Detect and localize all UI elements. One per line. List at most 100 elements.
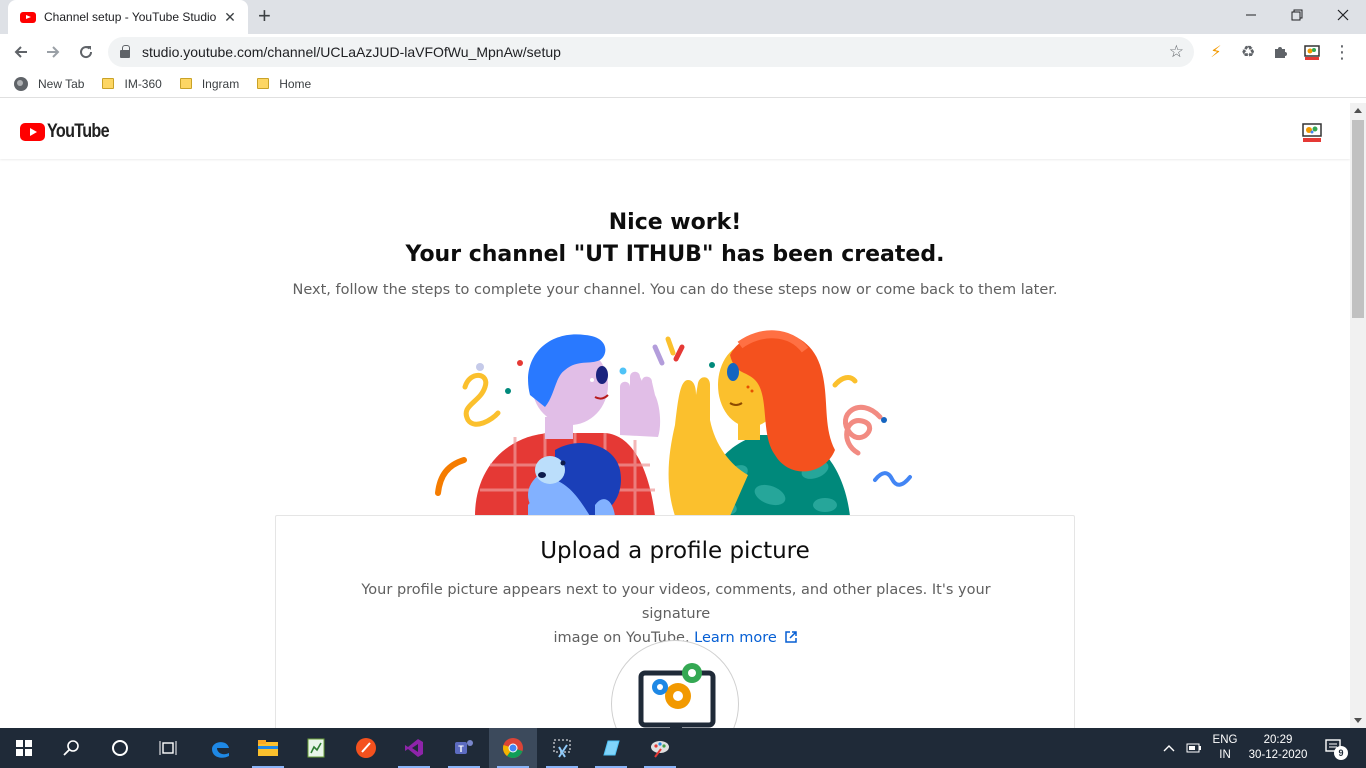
- vertical-scrollbar[interactable]: [1350, 103, 1366, 728]
- restore-button[interactable]: [1274, 0, 1320, 30]
- excel-taskbar-button[interactable]: [292, 728, 340, 768]
- swift-taskbar-button[interactable]: [342, 728, 390, 768]
- card-description-line1: Your profile picture appears next to you…: [361, 582, 991, 622]
- back-button[interactable]: [10, 41, 32, 63]
- search-icon: [63, 740, 79, 756]
- orange-feather-icon: [356, 738, 376, 758]
- chevron-up-icon: [1163, 745, 1175, 752]
- youtube-play-icon: [20, 123, 45, 141]
- scroll-up-arrow-icon[interactable]: [1354, 108, 1362, 113]
- recycle-extension-icon[interactable]: ♻: [1238, 42, 1258, 62]
- cortana-circle-icon: [112, 740, 128, 756]
- extensions-puzzle-icon[interactable]: [1270, 42, 1290, 62]
- notification-count-badge: 9: [1334, 746, 1348, 760]
- reload-button[interactable]: [75, 41, 97, 63]
- clock[interactable]: 20:29 30-12-2020: [1246, 728, 1310, 768]
- learn-more-label: Learn more: [694, 630, 777, 646]
- show-hidden-icons-button[interactable]: [1163, 728, 1175, 768]
- external-link-icon: [785, 631, 798, 643]
- youtube-logo[interactable]: YouTube: [20, 121, 120, 143]
- visual-studio-taskbar-button[interactable]: [390, 728, 438, 768]
- heading-channel-created: Your channel "UT ITHUB" has been created…: [405, 242, 945, 267]
- visual-studio-icon: [405, 739, 423, 757]
- youtube-favicon-icon: [20, 11, 36, 23]
- paint-icon: [651, 741, 669, 758]
- edge-icon: [212, 742, 229, 758]
- lightning-extension-icon[interactable]: ⚡: [1206, 42, 1226, 62]
- start-button[interactable]: [0, 728, 48, 768]
- file-explorer-taskbar-button[interactable]: [244, 728, 292, 768]
- forward-button[interactable]: [42, 41, 64, 63]
- card-title: Upload a profile picture: [540, 538, 810, 564]
- edge-taskbar-button[interactable]: [196, 728, 244, 768]
- close-icon: [1337, 9, 1349, 21]
- bookmark-label: Home: [279, 76, 312, 91]
- scrollbar-thumb[interactable]: [1352, 120, 1364, 318]
- region-code: IN: [1219, 749, 1231, 761]
- task-view-icon: [159, 741, 177, 755]
- bookmark-label: Ingram: [201, 76, 240, 91]
- lock-icon: [120, 45, 130, 58]
- heading-nice-work: Nice work!: [608, 210, 742, 235]
- folder-icon: [179, 78, 192, 89]
- celebration-illustration: [435, 330, 912, 516]
- close-window-button[interactable]: [1320, 0, 1366, 30]
- page-content: YouTube Nice work! Your channel "UT ITHU…: [0, 103, 1350, 728]
- bookmark-star-icon[interactable]: ☆: [1169, 42, 1184, 62]
- profile-avatar-icon[interactable]: [1302, 42, 1322, 62]
- channel-avatar-icon[interactable]: [1300, 120, 1324, 144]
- windows-logo-icon: [16, 740, 32, 756]
- clock-time: 20:29: [1263, 734, 1293, 746]
- language-indicator[interactable]: ENG IN: [1212, 728, 1238, 768]
- reload-icon: [80, 46, 93, 59]
- minimize-button[interactable]: [1228, 0, 1274, 30]
- paint-taskbar-button[interactable]: [636, 728, 684, 768]
- tablet-icon: [603, 740, 620, 756]
- browser-toolbar: studio.youtube.com/channel/UCLaAzJUD-laV…: [0, 34, 1366, 70]
- url-text: studio.youtube.com/channel/UCLaAzJUD-laV…: [142, 44, 561, 60]
- minimize-icon: [1246, 14, 1256, 16]
- teams-icon: T: [455, 740, 473, 754]
- snipping-tool-taskbar-button[interactable]: [538, 728, 586, 768]
- action-center-button[interactable]: 9: [1324, 728, 1348, 768]
- svg-text:T: T: [458, 744, 464, 754]
- tab-close-icon[interactable]: ✕: [222, 9, 238, 26]
- globe-icon: [14, 76, 28, 91]
- bookmark-label: New Tab: [38, 76, 85, 91]
- folder-icon: [257, 78, 270, 89]
- bookmark-home[interactable]: Home: [257, 77, 311, 91]
- new-tab-button[interactable]: +: [258, 5, 271, 27]
- bookmark-label: IM-360: [124, 76, 162, 91]
- browser-tab[interactable]: Channel setup - YouTube Studio ✕: [8, 0, 248, 34]
- folder-icon: [102, 78, 115, 89]
- tablet-app-taskbar-button[interactable]: [587, 728, 635, 768]
- bookmarks-bar: New Tab IM-360 Ingram Home: [0, 70, 1366, 98]
- tab-strip: Channel setup - YouTube Studio ✕ +: [0, 0, 1366, 34]
- battery-plug-icon: [1186, 743, 1201, 753]
- language-code: ENG: [1212, 734, 1238, 746]
- tab-title: Channel setup - YouTube Studio: [44, 10, 217, 24]
- bookmark-ingram[interactable]: Ingram: [179, 76, 240, 91]
- teams-taskbar-button[interactable]: T: [440, 728, 488, 768]
- bookmark-new-tab[interactable]: New Tab: [14, 76, 85, 91]
- studio-header: YouTube: [0, 103, 1350, 159]
- profile-picture-card: Upload a profile picture Your profile pi…: [275, 515, 1075, 728]
- cortana-button[interactable]: [96, 728, 144, 768]
- chrome-taskbar-button[interactable]: [489, 728, 537, 768]
- chrome-icon: [503, 738, 523, 758]
- back-arrow-icon: [14, 46, 27, 58]
- forward-arrow-icon: [47, 46, 60, 58]
- search-button[interactable]: [48, 728, 96, 768]
- task-view-button[interactable]: [144, 728, 192, 768]
- power-tray-button[interactable]: [1186, 728, 1202, 768]
- bookmark-im-360[interactable]: IM-360: [102, 76, 162, 91]
- setup-subtext: Next, follow the steps to complete your …: [292, 282, 1058, 298]
- address-bar[interactable]: studio.youtube.com/channel/UCLaAzJUD-laV…: [108, 37, 1194, 67]
- folder-icon: [258, 740, 278, 756]
- scroll-down-arrow-icon[interactable]: [1354, 718, 1362, 723]
- channel-logo-icon: [638, 663, 716, 728]
- menu-kebab-icon[interactable]: ⋮: [1332, 42, 1352, 62]
- learn-more-link[interactable]: Learn more: [694, 630, 798, 646]
- clock-date: 30-12-2020: [1248, 749, 1308, 761]
- profile-picture-preview[interactable]: [611, 640, 739, 728]
